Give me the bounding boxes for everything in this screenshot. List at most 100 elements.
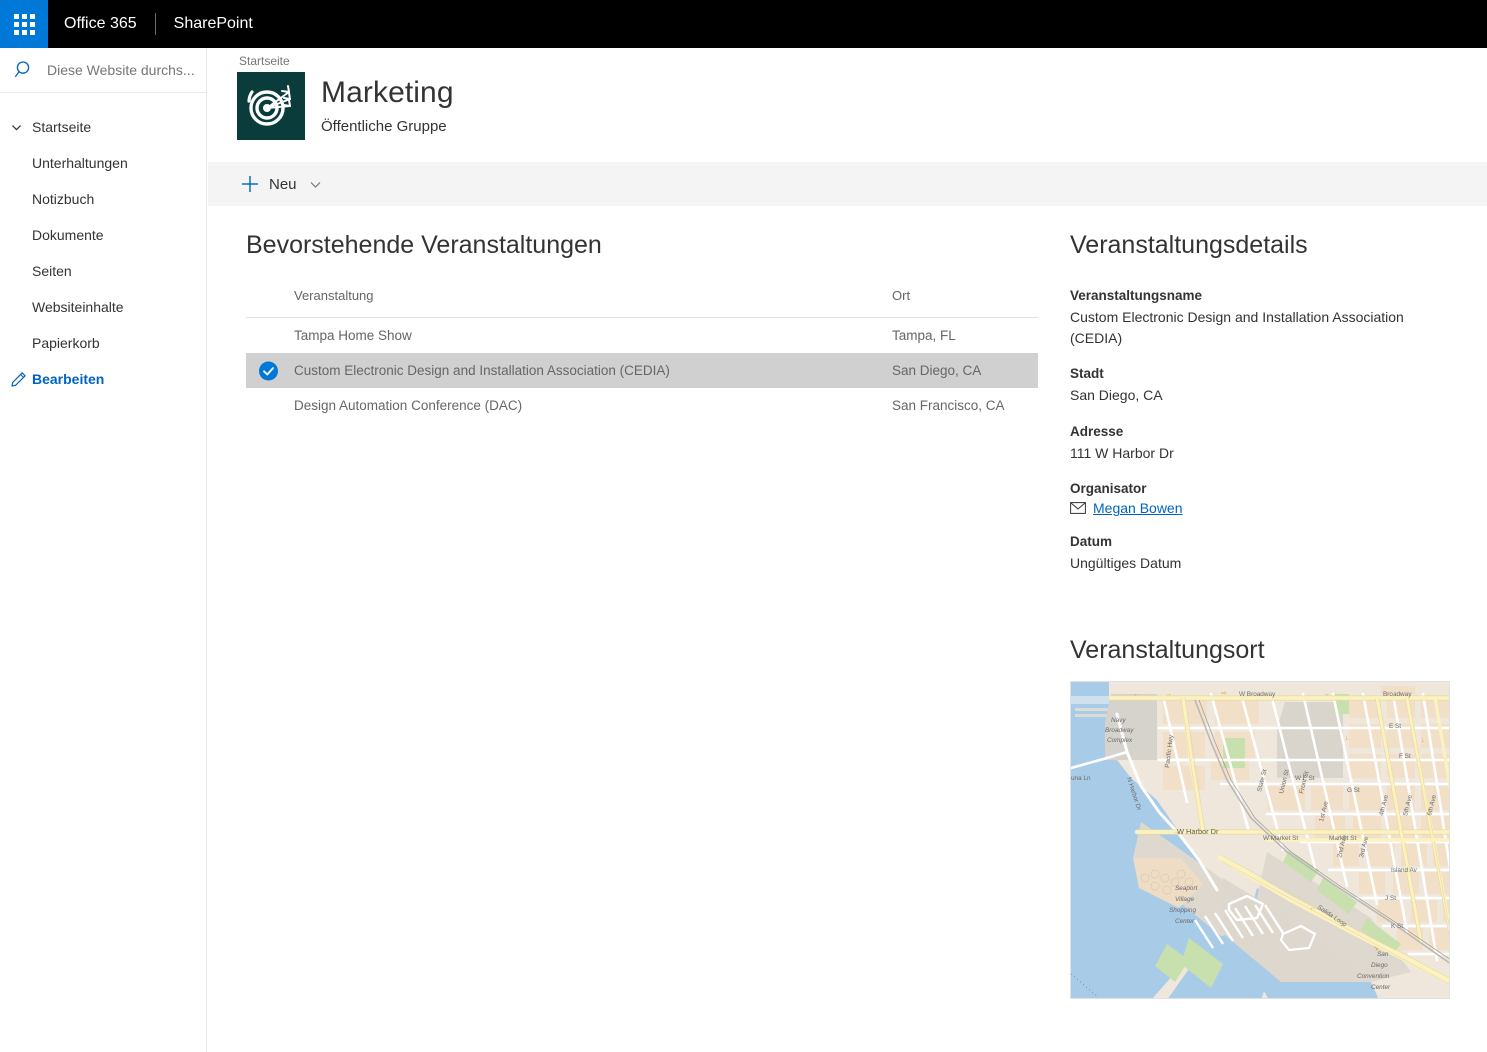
map-label: Seaport <box>1175 885 1198 892</box>
map-label: Broadway <box>1383 691 1412 698</box>
waffle-dot <box>21 13 27 19</box>
map-label: J St <box>1385 895 1396 902</box>
waffle-dot <box>29 29 35 35</box>
app-launcher-waffle-icon[interactable] <box>0 0 48 48</box>
organizer-link[interactable]: Megan Bowen <box>1093 500 1183 516</box>
sidebar-item-label: Startseite <box>32 119 92 135</box>
waffle-dot <box>13 21 19 27</box>
event-name-cell: Custom Electronic Design and Installatio… <box>246 353 892 388</box>
pencil-icon <box>10 371 32 388</box>
chevron-down-icon <box>10 121 32 134</box>
venue-title: Veranstaltungsort <box>1070 635 1265 664</box>
target-with-arrows-icon <box>237 72 305 140</box>
page-title: Marketing <box>321 76 454 109</box>
field-value-eventname: Custom Electronic Design and Installatio… <box>1070 309 1404 346</box>
map-label: E St <box>1389 723 1401 730</box>
check-circle-icon[interactable] <box>259 361 278 380</box>
sidebar-item-seiten[interactable]: Seiten <box>0 253 206 289</box>
map-label: Diego <box>1371 962 1388 969</box>
waffle-grid <box>13 13 35 35</box>
map-label: W Market St <box>1263 835 1298 842</box>
suite-divider <box>154 13 156 35</box>
sidebar-item-label: Unterhaltungen <box>32 155 128 171</box>
waffle-dot <box>29 13 35 19</box>
table-row-selected[interactable]: Custom Electronic Design and Installatio… <box>246 353 1038 388</box>
event-details-panel: Veranstaltungsdetails Veranstaltungsname… <box>1070 231 1460 999</box>
events-table: Veranstaltung Ort Tampa Home Show Tampa,… <box>246 288 1038 423</box>
event-location-cell: San Francisco, CA <box>892 398 1005 413</box>
map-label: Convention <box>1357 973 1390 980</box>
breadcrumb[interactable]: Startseite <box>239 54 290 68</box>
sidebar-item-label: Seiten <box>32 263 72 279</box>
events-table-body: Tampa Home Show Tampa, FL Custom Electro… <box>246 318 1038 424</box>
map-label: K St <box>1391 923 1403 930</box>
chevron-down-icon[interactable] <box>309 178 322 191</box>
sidebar-item-bearbeiten[interactable]: Bearbeiten <box>0 361 206 397</box>
waffle-dot <box>13 29 19 35</box>
office365-brand-link[interactable]: Office 365 <box>48 0 153 48</box>
svg-text:←: ← <box>1309 905 1316 912</box>
waffle-dot <box>21 29 27 35</box>
table-header-row: Veranstaltung Ort <box>246 288 1038 318</box>
event-name-text: Custom Electronic Design and Installatio… <box>294 363 670 378</box>
sidebar-item-label: Dokumente <box>32 227 104 243</box>
map-label: Shopping <box>1169 907 1196 914</box>
venue-map[interactable]: .rd { stroke:#ffffff; fill:none; stroke-… <box>1070 680 1450 999</box>
table-row[interactable]: Design Automation Conference (DAC) San F… <box>246 388 1038 423</box>
new-button-label: Neu <box>269 175 297 193</box>
waffle-dot <box>29 21 35 27</box>
map-label: Broadway <box>1105 727 1134 734</box>
map-label: Village <box>1175 896 1195 903</box>
sidebar-item-unterhaltungen[interactable]: Unterhaltungen <box>0 145 206 181</box>
map-label: Navy <box>1111 717 1126 724</box>
search-input[interactable] <box>47 62 197 78</box>
map-label: W Harbor Dr <box>1177 827 1219 836</box>
svg-text:↓: ↓ <box>1421 737 1425 744</box>
event-location-cell: San Diego, CA <box>892 353 1038 388</box>
sidebar-item-websiteinhalte[interactable]: Websiteinhalte <box>0 289 206 325</box>
search-box[interactable] <box>0 48 206 93</box>
upcoming-events-webpart: Bevorstehende Veranstaltungen Veranstalt… <box>246 231 1038 423</box>
svg-text:→: → <box>1323 691 1330 698</box>
organizer-row: Megan Bowen <box>1070 500 1460 516</box>
field-value-date: Ungültiges Datum <box>1070 555 1182 572</box>
sidebar-item-notizbuch[interactable]: Notizbuch <box>0 181 206 217</box>
sidebar-item-dokumente[interactable]: Dokumente <box>0 217 206 253</box>
field-label-organizer: Organisator <box>1070 481 1147 497</box>
map-label: W Broadway <box>1239 691 1276 698</box>
waffle-dot <box>13 13 19 19</box>
new-button[interactable]: Neu <box>208 162 332 206</box>
event-location-cell: Tampa, FL <box>892 328 956 343</box>
table-row[interactable]: Tampa Home Show Tampa, FL <box>246 318 1038 354</box>
field-label-date: Datum <box>1070 534 1113 550</box>
events-title: Bevorstehende Veranstaltungen <box>246 231 602 259</box>
map-arrow: ← <box>1133 691 1140 698</box>
event-name-cell: Design Automation Conference (DAC) <box>294 398 523 413</box>
nav-list: Startseite Unterhaltungen Notizbuch Doku… <box>0 93 206 397</box>
search-icon <box>14 61 30 78</box>
site-privacy-label: Öffentliche Gruppe <box>321 118 447 135</box>
sidebar-item-papierkorb[interactable]: Papierkorb <box>0 325 206 361</box>
sharepoint-app-link[interactable]: SharePoint <box>158 0 269 48</box>
map-label: San <box>1377 951 1389 958</box>
map-label: Complex <box>1107 737 1133 744</box>
waffle-dot <box>21 21 27 27</box>
column-header-event[interactable]: Veranstaltung <box>246 288 892 318</box>
map-label: Center <box>1175 918 1195 925</box>
column-header-location[interactable]: Ort <box>892 288 1038 318</box>
svg-text:↓: ↓ <box>1345 735 1349 742</box>
command-bar: Neu <box>208 162 1487 206</box>
sidebar-item-startseite[interactable]: Startseite <box>0 109 206 145</box>
sidebar-item-label: Papierkorb <box>32 335 100 351</box>
events-table-head: Veranstaltung Ort <box>246 288 1038 318</box>
svg-text:→: → <box>1165 691 1172 698</box>
sidebar-item-label: Bearbeiten <box>32 371 105 387</box>
map-label: una Ln <box>1071 775 1091 782</box>
mail-envelope-icon <box>1070 502 1086 515</box>
map-canvas: .rd { stroke:#ffffff; fill:none; stroke-… <box>1071 681 1449 998</box>
map-label: F St <box>1399 753 1411 760</box>
sidebar-item-label: Websiteinhalte <box>32 299 124 315</box>
sidebar-item-label: Notizbuch <box>32 191 95 207</box>
field-label-city: Stadt <box>1070 366 1104 382</box>
suite-bar: Office 365 SharePoint <box>0 0 1487 48</box>
